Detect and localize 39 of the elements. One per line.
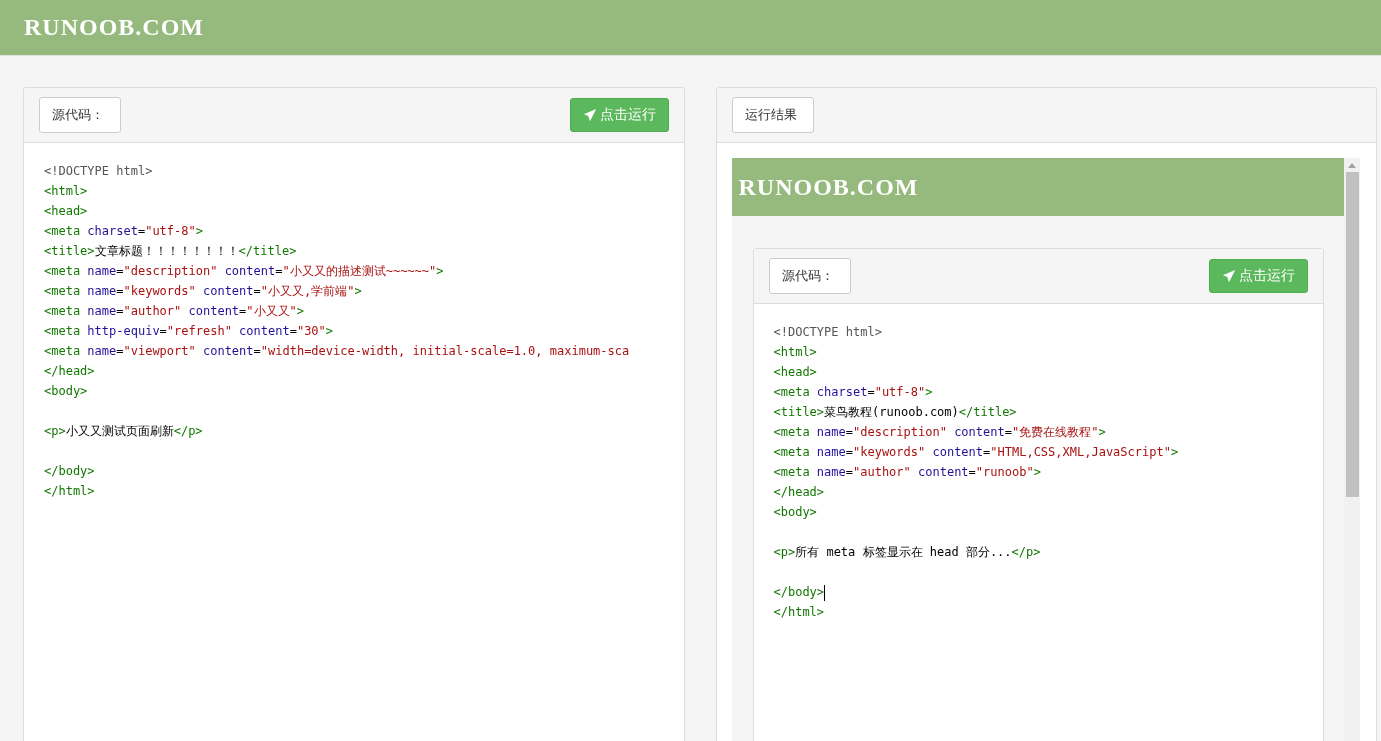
- code-line: <meta name="author" content="小又又">: [44, 303, 305, 320]
- code-line: </html>: [44, 483, 96, 500]
- code-line: <p>小又又测试页面刷新</p>: [44, 423, 204, 440]
- source-label: 源代码：: [39, 97, 121, 133]
- code-line: <p>所有 meta 标签显示在 head 部分...</p>: [773, 544, 1042, 561]
- code-line: </html>: [773, 604, 826, 621]
- code-line: <meta name="description" content="小又又的描述测试~~~~~~">: [44, 263, 445, 280]
- send-icon: [1222, 269, 1236, 283]
- code-line: <meta name="keywords" content="HTML,CSS,XML,JavaScript">: [773, 444, 1180, 461]
- code-line: <title>文章标题！！！！！！！！</title>: [44, 243, 298, 260]
- code-line: </head>: [773, 484, 826, 501]
- code-line: <meta name="author" content="runoob">: [773, 464, 1042, 481]
- code-line: <body>: [773, 504, 818, 521]
- code-line: <html>: [44, 183, 89, 200]
- code-line: </body>: [773, 583, 827, 602]
- code-line: <body>: [44, 383, 89, 400]
- scrollbar-thumb[interactable]: [1345, 172, 1359, 497]
- code-line: <meta charset="utf-8">: [773, 384, 934, 401]
- code-line: <meta name="keywords" content="小又又,学前端">: [44, 283, 363, 300]
- site-logo[interactable]: RUNOOB.COM: [24, 14, 204, 41]
- code-line: <head>: [44, 203, 89, 220]
- code-line: <head>: [773, 364, 818, 381]
- code-line: </head>: [44, 363, 96, 380]
- run-button[interactable]: 点击运行: [1209, 259, 1308, 293]
- code-line: <meta name="description" content="免费在线教程">: [773, 424, 1107, 441]
- code-line: <title>菜鸟教程(runoob.com)</title>: [773, 404, 1018, 421]
- scrollbar[interactable]: [1344, 158, 1360, 741]
- code-line: </body>: [44, 463, 96, 480]
- code-line: <meta name="viewport" content="width=device-width, initial-scale=1.0, maximum-sca: [44, 343, 631, 360]
- code-line: <!DOCTYPE html>: [44, 163, 154, 180]
- run-button[interactable]: 点击运行: [569, 98, 669, 132]
- code-line: <meta charset="utf-8">: [44, 223, 204, 240]
- send-icon: [582, 108, 597, 122]
- site-logo[interactable]: RUNOOB.COM: [738, 173, 919, 201]
- code-line: <!DOCTYPE html>: [773, 324, 883, 341]
- source-label: 源代码：: [768, 258, 851, 294]
- code-line: <meta http-equiv="refresh" content="30">: [44, 323, 335, 340]
- result-label: 运行结果: [731, 97, 814, 133]
- code-line: <html>: [773, 344, 818, 361]
